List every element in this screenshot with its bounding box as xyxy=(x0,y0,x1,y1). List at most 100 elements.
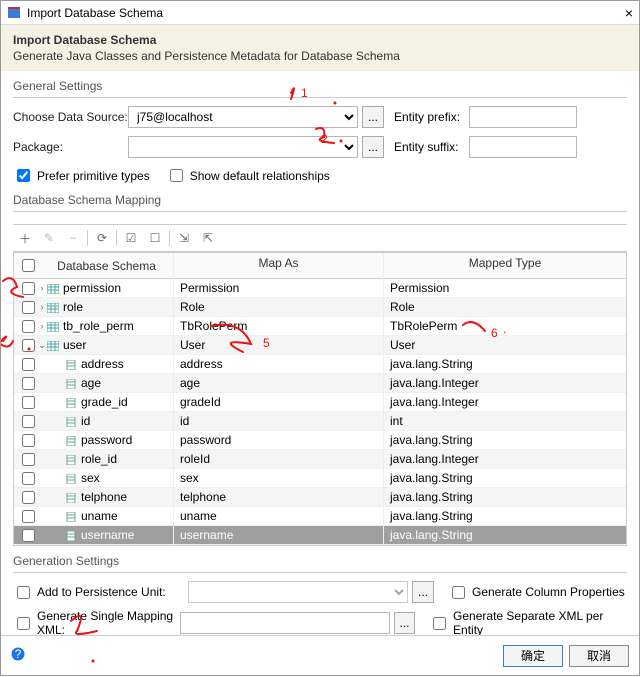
mappedtype-cell: java.lang.String xyxy=(384,506,626,526)
expander-icon[interactable]: › xyxy=(37,283,47,293)
row-checkbox[interactable] xyxy=(22,358,35,371)
banner-title: Import Database Schema xyxy=(13,33,627,47)
expander-icon[interactable]: ⌄ xyxy=(37,340,47,351)
gen-single-xml-checkbox[interactable] xyxy=(17,617,30,630)
expander-icon[interactable]: › xyxy=(37,302,47,312)
select-all-rows-checkbox[interactable] xyxy=(22,259,35,272)
datasource-select[interactable]: j75@localhost xyxy=(128,106,358,128)
mapping-heading: Database Schema Mapping xyxy=(13,193,627,207)
row-checkbox[interactable] xyxy=(22,339,35,352)
table-icon xyxy=(47,283,59,293)
mapas-cell: gradeId xyxy=(174,392,384,412)
row-checkbox[interactable] xyxy=(22,320,35,333)
app-icon xyxy=(7,6,21,20)
row-checkbox[interactable] xyxy=(22,472,35,485)
table-icon xyxy=(47,340,59,350)
package-label: Package: xyxy=(13,140,128,154)
collapse-icon[interactable]: ⇱ xyxy=(196,227,220,249)
column-icon xyxy=(65,473,77,483)
mappedtype-cell: Permission xyxy=(384,278,626,298)
toolbar-sep xyxy=(169,230,170,246)
mappedtype-cell: int xyxy=(384,411,626,431)
gen-col-props-checkbox[interactable] xyxy=(452,586,465,599)
show-default-rel-checkbox[interactable] xyxy=(170,169,183,182)
entity-prefix-label: Entity prefix: xyxy=(394,110,469,124)
mapas-cell: Permission xyxy=(174,278,384,298)
schema-cell: password xyxy=(81,433,132,447)
row-checkbox[interactable] xyxy=(22,491,35,504)
select-all-icon[interactable]: ☑ xyxy=(119,227,143,249)
show-default-rel-check[interactable]: Show default relationships xyxy=(166,166,330,185)
schema-table: Database Schema Map As Mapped Type ›perm… xyxy=(13,252,627,546)
column-icon xyxy=(65,416,77,426)
footer: ? 确定 取消 xyxy=(1,635,639,675)
column-icon xyxy=(65,530,77,540)
entity-suffix-input[interactable] xyxy=(469,136,577,158)
entity-prefix-input[interactable] xyxy=(469,106,577,128)
window-title: Import Database Schema xyxy=(27,6,163,20)
prefer-primitive-checkbox[interactable] xyxy=(17,169,30,182)
pu-browse-button[interactable]: ... xyxy=(412,581,434,603)
row-checkbox[interactable] xyxy=(22,377,35,390)
ok-button[interactable]: 确定 xyxy=(503,645,563,667)
add-to-pu-checkbox[interactable] xyxy=(17,586,30,599)
row-checkbox[interactable] xyxy=(22,301,35,314)
row-checkbox[interactable] xyxy=(22,453,35,466)
mappedtype-cell: Role xyxy=(384,297,626,317)
single-xml-browse-button[interactable]: ... xyxy=(394,612,415,634)
add-icon[interactable]: ＋ xyxy=(13,227,37,249)
package-browse-button[interactable]: ... xyxy=(362,136,384,158)
schema-cell: user xyxy=(63,338,86,352)
toolbar-sep xyxy=(87,230,88,246)
gen-col-props-check[interactable]: Generate Column Properties xyxy=(448,583,625,602)
remove-icon[interactable]: − xyxy=(61,227,85,249)
add-to-pu-check[interactable]: Add to Persistence Unit: xyxy=(13,583,188,602)
single-xml-input[interactable] xyxy=(180,612,390,634)
help-icon[interactable]: ? xyxy=(11,647,25,664)
expand-icon[interactable]: ⇲ xyxy=(172,227,196,249)
gen-single-xml-check[interactable]: Generate Single Mapping XML: xyxy=(13,609,180,635)
row-checkbox[interactable] xyxy=(22,415,35,428)
divider xyxy=(13,97,627,98)
mapas-cell: uname xyxy=(174,506,384,526)
schema-table-body: ›permissionPermissionPermission›roleRole… xyxy=(14,279,626,545)
table-row[interactable]: usernameusernamejava.lang.String xyxy=(14,526,626,545)
banner: Import Database Schema Generate Java Cla… xyxy=(1,25,639,71)
edit-icon[interactable]: ✎ xyxy=(37,227,61,249)
col-mappedtype-header: Mapped Type xyxy=(384,253,626,278)
divider xyxy=(13,211,627,212)
mappedtype-cell: java.lang.Integer xyxy=(384,392,626,412)
row-checkbox[interactable] xyxy=(22,510,35,523)
mapas-cell: age xyxy=(174,373,384,393)
close-icon[interactable]: × xyxy=(625,5,633,21)
entity-suffix-label: Entity suffix: xyxy=(394,140,469,154)
row-checkbox[interactable] xyxy=(22,434,35,447)
schema-cell: id xyxy=(81,414,90,428)
table-icon xyxy=(47,321,59,331)
schema-cell: role xyxy=(63,300,83,314)
schema-cell: tb_role_perm xyxy=(63,319,134,333)
generation-heading: Generation Settings xyxy=(13,554,627,568)
schema-cell: address xyxy=(81,357,124,371)
mappedtype-cell: java.lang.String xyxy=(384,487,626,507)
datasource-browse-button[interactable]: ... xyxy=(362,106,384,128)
refresh-icon[interactable]: ⟳ xyxy=(90,227,114,249)
divider xyxy=(13,572,627,573)
mapping-toolbar: ＋ ✎ − ⟳ ☑ ☐ ⇲ ⇱ xyxy=(13,224,627,252)
row-checkbox[interactable] xyxy=(22,396,35,409)
gen-sep-xml-check[interactable]: Generate Separate XML per Entity xyxy=(429,609,627,635)
column-icon xyxy=(65,435,77,445)
mappedtype-cell: java.lang.String xyxy=(384,354,626,374)
prefer-primitive-check[interactable]: Prefer primitive types xyxy=(13,166,150,185)
gen-sep-xml-checkbox[interactable] xyxy=(433,617,446,630)
table-icon xyxy=(47,302,59,312)
col-schema-header: Database Schema xyxy=(14,253,174,278)
expander-icon[interactable]: › xyxy=(37,321,47,331)
cancel-button[interactable]: 取消 xyxy=(569,645,629,667)
package-select[interactable] xyxy=(128,136,358,158)
row-checkbox[interactable] xyxy=(22,529,35,542)
schema-cell: grade_id xyxy=(81,395,128,409)
pu-select[interactable] xyxy=(188,581,408,603)
row-checkbox[interactable] xyxy=(22,282,35,295)
deselect-all-icon[interactable]: ☐ xyxy=(143,227,167,249)
